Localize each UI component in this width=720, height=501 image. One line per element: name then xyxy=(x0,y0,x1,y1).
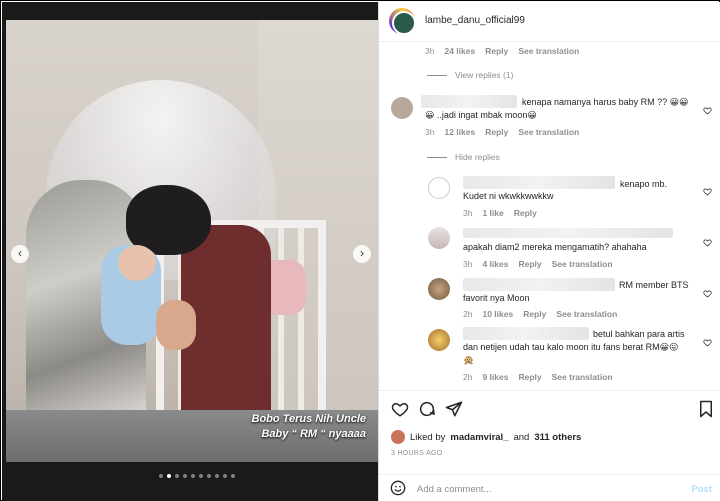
hide-replies-button[interactable]: Hide replies xyxy=(427,152,500,162)
post-photo xyxy=(6,20,378,410)
instagram-post-window: Bobo Terus Nih Uncle Baby “ RM “ nyaaaa … xyxy=(0,0,720,501)
heart-icon[interactable] xyxy=(703,102,712,115)
comment-text: apakah diam2 mereka mengamatih? ahahaha xyxy=(463,242,647,252)
comment-text: kenapa namanya harus baby RM ?? 😀😀 xyxy=(522,97,689,107)
carousel-dot[interactable] xyxy=(199,474,203,478)
carousel-dot[interactable] xyxy=(231,474,235,478)
carousel-dot[interactable] xyxy=(223,474,227,478)
avatar[interactable] xyxy=(428,329,450,351)
heart-icon[interactable] xyxy=(703,334,712,347)
reply-button[interactable]: Reply xyxy=(485,127,508,137)
photo-caption-overlay: Bobo Terus Nih Uncle Baby “ RM “ nyaaaa xyxy=(226,412,367,442)
comment-text: betul bahkan para artis xyxy=(593,329,685,339)
reply-button[interactable]: Reply xyxy=(514,208,537,218)
share-icon[interactable] xyxy=(445,400,463,418)
comment-likes[interactable]: 10 likes xyxy=(482,309,513,319)
carousel-dot[interactable] xyxy=(159,474,163,478)
caption-line-2: Baby “ RM “ nyaaaa xyxy=(261,428,366,440)
comments-panel: lambe_danu_official99 3h 24 likes Reply See… xyxy=(378,2,720,501)
chevron-right-icon[interactable]: › xyxy=(353,245,371,263)
comment-icon[interactable] xyxy=(418,400,436,418)
redacted-username xyxy=(463,176,615,189)
comment-text: RM member BTS xyxy=(619,280,689,290)
avatar[interactable] xyxy=(391,97,413,119)
heart-icon[interactable] xyxy=(391,400,409,418)
liked-by: Liked by madamviral_ and 311 others xyxy=(391,430,581,444)
comment-meta: 2h 9 likes Reply See translation xyxy=(463,372,623,382)
carousel-dot[interactable] xyxy=(207,474,211,478)
caption-line-1: Bobo Terus Nih Uncle xyxy=(251,413,367,425)
smiley-icon[interactable] xyxy=(390,480,406,496)
comment-text: 🙊 xyxy=(463,355,475,365)
liked-by-others[interactable]: 311 others xyxy=(534,432,581,443)
heart-icon[interactable] xyxy=(703,234,712,247)
comment-meta: 2h 10 likes Reply See translation xyxy=(463,309,627,319)
comment-text: favorit nya Moon xyxy=(463,293,530,303)
comment-time: 3h xyxy=(425,46,435,56)
comment-likes[interactable]: 24 likes xyxy=(444,46,475,56)
divider xyxy=(379,390,720,391)
comment-text: 😀 ..jadi ingat mbak moon😀 xyxy=(425,110,537,120)
redacted-username xyxy=(463,327,589,340)
carousel-dot[interactable] xyxy=(175,474,179,478)
comment-time: 3h xyxy=(463,259,473,269)
comment-meta: 3h 12 likes Reply See translation xyxy=(425,127,589,137)
liked-by-and: and xyxy=(513,431,530,443)
carousel-dot[interactable] xyxy=(215,474,219,478)
view-replies-label: View replies (1) xyxy=(455,70,514,80)
comment-likes[interactable]: 1 like xyxy=(482,208,503,218)
reply-button[interactable]: Reply xyxy=(518,372,541,382)
post-username[interactable]: lambe_danu_official99 xyxy=(425,15,525,26)
reply-button[interactable]: Reply xyxy=(518,259,541,269)
reply-button[interactable]: Reply xyxy=(523,309,546,319)
comment-text: Kudet ni wkwkkwwkkw xyxy=(463,191,554,201)
carousel-dot[interactable] xyxy=(191,474,195,478)
liked-by-user[interactable]: madamviral_ xyxy=(450,432,508,443)
see-translation-button[interactable]: See translation xyxy=(518,46,579,56)
post-timestamp: 3 HOURS AGO xyxy=(391,450,443,457)
see-translation-button[interactable]: See translation xyxy=(518,127,579,137)
reply-button[interactable]: Reply xyxy=(485,46,508,56)
see-translation-button[interactable]: See translation xyxy=(552,372,613,382)
comment-time: 2h xyxy=(463,372,473,382)
comment-likes[interactable]: 4 likes xyxy=(482,259,508,269)
post-header: lambe_danu_official99 xyxy=(379,2,720,42)
avatar[interactable] xyxy=(428,278,450,300)
view-replies-button[interactable]: View replies (1) xyxy=(427,70,513,80)
avatar[interactable] xyxy=(428,177,450,199)
comment-text: dan netijen udah tau kalo moon itu fans … xyxy=(463,342,679,352)
comment-likes[interactable]: 12 likes xyxy=(444,127,475,137)
see-translation-button[interactable]: See translation xyxy=(552,259,613,269)
hide-replies-label: Hide replies xyxy=(455,152,500,162)
see-translation-button[interactable]: See translation xyxy=(556,309,617,319)
comment-meta: 3h 1 like Reply xyxy=(463,208,547,218)
comment-time: 3h xyxy=(463,208,473,218)
comment-meta: 3h 24 likes Reply See translation xyxy=(425,46,589,56)
redacted-username xyxy=(421,95,517,108)
comment-time: 3h xyxy=(425,127,435,137)
liked-by-label: Liked by xyxy=(410,431,446,443)
heart-icon[interactable] xyxy=(703,183,712,196)
post-button[interactable]: Post xyxy=(691,484,712,495)
comment-likes[interactable]: 9 likes xyxy=(482,372,508,382)
carousel-dot-active[interactable] xyxy=(167,474,171,478)
comment-text: kenapo mb. xyxy=(620,179,668,189)
comment-meta: 3h 4 likes Reply See translation xyxy=(463,259,623,269)
redacted-username xyxy=(463,278,615,291)
avatar[interactable] xyxy=(428,227,450,249)
heart-icon[interactable] xyxy=(703,285,712,298)
carousel-dot[interactable] xyxy=(183,474,187,478)
avatar[interactable] xyxy=(391,430,405,444)
comment-time: 2h xyxy=(463,309,473,319)
chevron-left-icon[interactable]: ‹ xyxy=(11,245,29,263)
bookmark-icon[interactable] xyxy=(697,400,715,418)
post-media: Bobo Terus Nih Uncle Baby “ RM “ nyaaaa … xyxy=(2,2,378,501)
redacted-username xyxy=(463,228,673,238)
avatar[interactable] xyxy=(389,8,416,35)
add-comment-input[interactable]: Add a comment... xyxy=(417,484,491,495)
carousel-dots xyxy=(159,474,235,478)
